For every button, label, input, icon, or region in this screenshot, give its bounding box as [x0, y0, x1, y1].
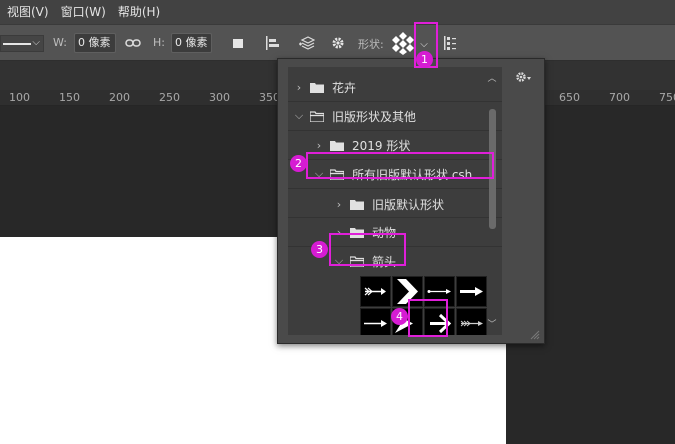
shape-thumb-arrow-bold[interactable] — [456, 276, 487, 307]
callout-badge-4: 4 — [391, 308, 408, 325]
ruler-label: 300 — [209, 91, 230, 104]
ruler-label: 750 — [659, 91, 675, 104]
scroll-down-icon[interactable]: ﹀ — [486, 319, 498, 331]
chevron-right-icon[interactable]: › — [333, 198, 345, 211]
folder-icon — [350, 199, 364, 210]
shape-tree[interactable]: › 花卉 ⌵ 旧版形状及其他 › 2019 形状 ⌵ 所有旧版默认形状.csh … — [288, 67, 502, 335]
shape-preview-icon[interactable] — [392, 31, 414, 55]
ruler-label: 200 — [109, 91, 130, 104]
callout-box-2 — [306, 152, 494, 179]
callout-badge-3: 3 — [311, 241, 328, 258]
path-arrangement-icon[interactable] — [296, 34, 316, 52]
callout-box-3 — [329, 233, 406, 266]
divider — [288, 217, 502, 218]
folder-icon — [310, 82, 324, 93]
callout-badge-1: 1 — [416, 51, 433, 68]
tree-item-legacy-default-shapes[interactable]: › 旧版默认形状 — [288, 191, 502, 217]
divider — [288, 188, 502, 189]
ruler-label: 250 — [159, 91, 180, 104]
resize-grip-icon[interactable] — [530, 329, 540, 340]
tree-item-legacy-shapes[interactable]: ⌵ 旧版形状及其他 — [288, 103, 502, 129]
height-input[interactable]: 0 像素 — [171, 33, 212, 53]
shape-thumb-arrow-fletched[interactable] — [456, 308, 487, 335]
tree-item-label: 花卉 — [332, 80, 357, 95]
divider — [288, 130, 502, 131]
divider — [288, 101, 502, 102]
folder-open-icon — [309, 110, 325, 123]
panel-settings-gear-icon[interactable] — [515, 71, 535, 87]
align-edges-icon[interactable] — [440, 34, 460, 52]
menu-window[interactable]: 窗口(W) — [55, 0, 112, 24]
callout-box-4 — [408, 299, 448, 337]
tree-item-flowers[interactable]: › 花卉 — [288, 74, 502, 100]
chevron-right-icon[interactable]: › — [313, 139, 325, 152]
menu-view[interactable]: 视图(V) — [0, 0, 55, 24]
link-icon[interactable] — [123, 34, 143, 52]
stroke-type-dropdown[interactable]: ⌵ — [0, 35, 44, 52]
callout-badge-2: 2 — [290, 155, 307, 172]
chevron-down-icon: ⌵ — [32, 37, 40, 48]
shape-thumb-arrow-line[interactable] — [360, 308, 391, 335]
options-bar: ⌵ W: 0 像素 H: 0 像素 形状: ⌵ — [0, 24, 675, 61]
ruler-label: 650 — [559, 91, 580, 104]
scroll-up-icon[interactable]: ︿ — [486, 73, 498, 85]
stroke-line-preview — [3, 43, 31, 45]
height-label: H: — [153, 36, 165, 49]
ruler-label: 150 — [59, 91, 80, 104]
tree-item-label: 2019 形状 — [352, 138, 411, 153]
shape-thumb-arrow-feathered[interactable] — [360, 276, 391, 307]
folder-icon — [330, 140, 344, 151]
width-input[interactable]: 0 像素 — [74, 33, 116, 53]
path-operations-icon[interactable] — [228, 34, 248, 52]
tree-scrollbar[interactable]: ︿ ﹀ — [486, 67, 498, 335]
menu-help[interactable]: 帮助(H) — [112, 0, 166, 24]
shape-label: 形状: — [358, 38, 384, 51]
gear-icon[interactable] — [328, 34, 348, 52]
tree-item-label: 旧版默认形状 — [372, 197, 445, 212]
photoshop-window: 视图(V) 窗口(W) 帮助(H) ⌵ W: 0 像素 H: 0 像素 形状: — [0, 0, 675, 444]
tree-item-label: 旧版形状及其他 — [332, 109, 417, 124]
chevron-down-icon[interactable]: ⌵ — [293, 109, 305, 123]
ruler-label: 700 — [609, 91, 630, 104]
path-alignment-icon[interactable] — [262, 34, 282, 52]
menubar: 视图(V) 窗口(W) 帮助(H) — [0, 0, 675, 24]
chevron-right-icon[interactable]: › — [293, 81, 305, 94]
ruler-label: 100 — [9, 91, 30, 104]
width-label: W: — [53, 36, 67, 49]
